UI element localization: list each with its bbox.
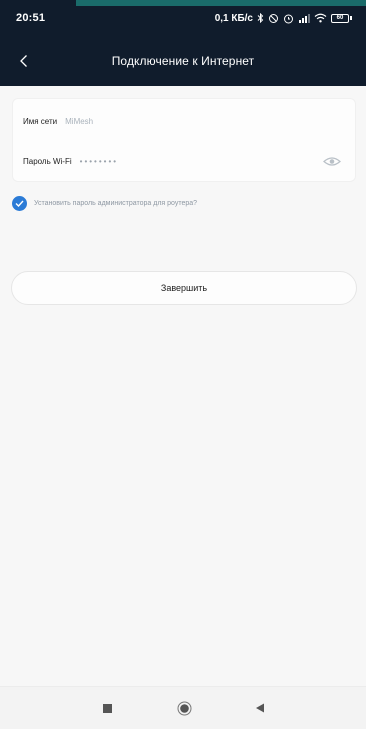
checkmark-icon xyxy=(15,200,24,207)
password-input[interactable]: •••••••• xyxy=(80,157,118,166)
battery-level: 60 xyxy=(331,13,349,23)
status-bar: 20:51 0,1 КБ/с 60 xyxy=(0,0,366,36)
alarm-icon xyxy=(283,13,294,24)
do-not-disturb-icon xyxy=(268,13,279,24)
password-label: Пароль Wi-Fi xyxy=(23,156,72,166)
back-arrow-icon xyxy=(20,55,27,67)
admin-password-label: Установить пароль администратора для роу… xyxy=(34,199,198,207)
network-speed: 0,1 КБ/с xyxy=(214,12,253,24)
recent-apps-button[interactable] xyxy=(96,697,118,719)
recent-apps-icon xyxy=(102,703,112,713)
nav-back-button[interactable] xyxy=(249,697,271,719)
network-name-row[interactable]: Имя сети MiMesh xyxy=(13,101,355,141)
eye-icon xyxy=(323,156,341,166)
status-bar-accent-strip xyxy=(76,0,366,6)
bluetooth-icon xyxy=(257,13,264,23)
network-name-input[interactable]: MiMesh xyxy=(65,117,93,126)
status-icons: 0,1 КБ/с 60 xyxy=(215,13,352,24)
status-time: 20:51 xyxy=(16,12,46,24)
app-header: Подключение к Интернет xyxy=(0,36,366,86)
system-navigation-bar xyxy=(0,686,366,729)
password-row[interactable]: Пароль Wi-Fi •••••••• xyxy=(13,141,355,181)
battery-icon: 60 xyxy=(331,13,352,23)
admin-password-option[interactable]: Установить пароль администратора для роу… xyxy=(12,194,197,212)
main-content: Имя сети MiMesh Пароль Wi-Fi •••••••• Ус… xyxy=(0,86,366,686)
page-title: Подключение к Интернет xyxy=(111,54,255,68)
finish-button-label: Завершить xyxy=(160,283,208,293)
admin-password-checkbox[interactable] xyxy=(12,195,27,211)
wifi-icon xyxy=(314,13,327,23)
signal-icon xyxy=(298,13,310,23)
finish-button[interactable]: Завершить xyxy=(11,271,357,305)
network-form-card: Имя сети MiMesh Пароль Wi-Fi •••••••• xyxy=(12,98,356,182)
home-button[interactable] xyxy=(173,697,195,719)
nav-back-icon xyxy=(256,703,264,713)
network-name-label: Имя сети xyxy=(23,116,58,126)
show-password-toggle[interactable] xyxy=(323,154,341,168)
home-icon xyxy=(177,701,191,715)
back-button[interactable] xyxy=(12,49,36,73)
